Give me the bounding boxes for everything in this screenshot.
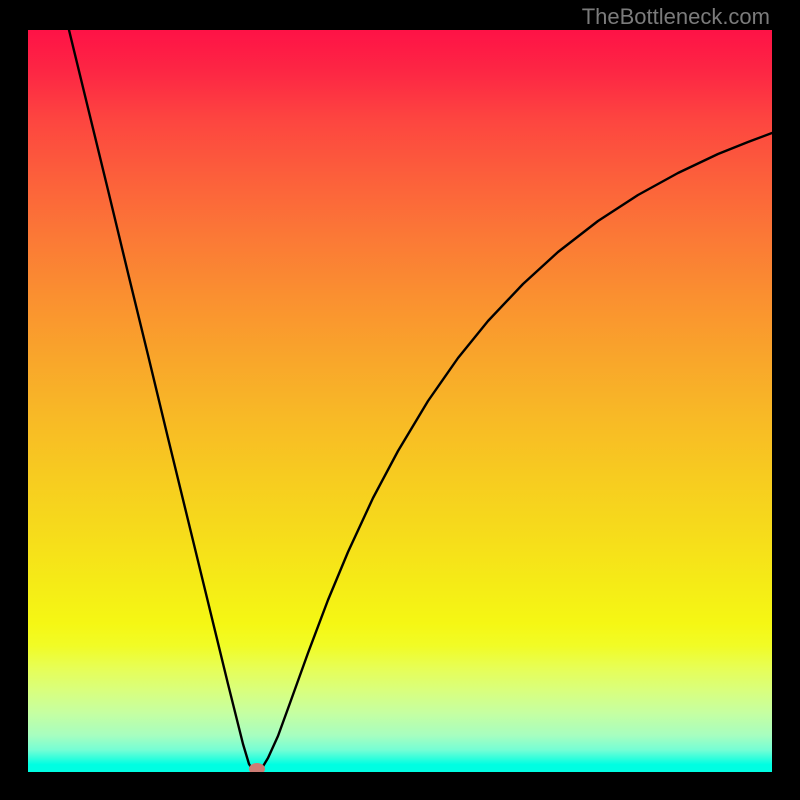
watermark-text: TheBottleneck.com xyxy=(582,4,770,30)
plot-area xyxy=(28,30,772,772)
chart-frame: TheBottleneck.com xyxy=(0,0,800,800)
bottleneck-curve xyxy=(28,30,772,772)
optimum-marker xyxy=(249,763,265,772)
